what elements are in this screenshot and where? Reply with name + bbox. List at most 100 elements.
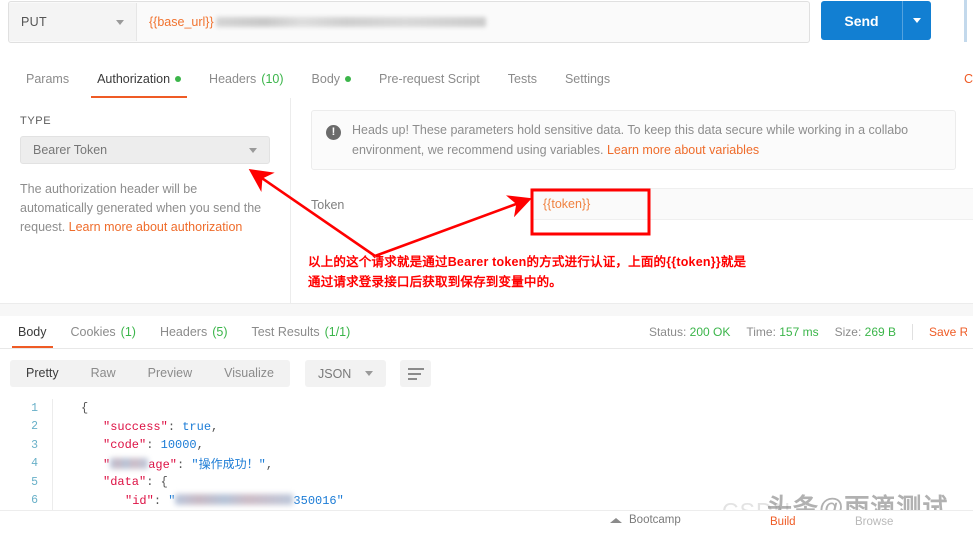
view-mode-preview[interactable]: Preview: [132, 360, 208, 387]
bootcamp-button[interactable]: Bootcamp: [610, 514, 681, 526]
tab-count: (10): [261, 72, 283, 86]
sensitive-data-notice: ! Heads up! These parameters hold sensit…: [311, 110, 956, 170]
window-scrollbar[interactable]: [964, 0, 973, 55]
fold-gutter: [52, 399, 67, 418]
status-label: Status:: [649, 325, 686, 339]
status-bar: Bootcamp Build Browse: [0, 510, 973, 533]
fold-gutter: [52, 455, 67, 474]
meta-divider: [912, 324, 913, 340]
time-label: Time:: [746, 325, 776, 339]
postman-window: PUT {{base_url}} Send Params Authorizatio…: [0, 0, 973, 533]
tab-label: Headers: [209, 72, 256, 86]
tab-label: Authorization: [97, 72, 170, 86]
time-value: 157 ms: [779, 325, 818, 339]
code-token: {: [81, 401, 88, 415]
fold-gutter: [52, 418, 67, 437]
code-token: :: [154, 494, 168, 508]
tab-label: Test Results: [251, 325, 319, 339]
code-text: "id": " 350016": [67, 494, 344, 508]
code-token: true: [182, 420, 211, 434]
save-response-button[interactable]: Save R: [929, 325, 967, 339]
code-text: "data": {: [67, 475, 168, 489]
fold-gutter: [52, 492, 67, 511]
graduation-cap-icon: [610, 516, 623, 525]
code-token: ,: [266, 458, 273, 472]
code-text: "age": "操作成功！",: [67, 455, 273, 472]
view-mode-raw[interactable]: Raw: [75, 360, 132, 387]
line-number: 6: [0, 494, 52, 507]
response-tab-body[interactable]: Body: [6, 316, 59, 348]
http-method-label: PUT: [21, 15, 47, 29]
warning-icon: !: [326, 125, 341, 140]
notice-learn-more-link[interactable]: Learn more about variables: [607, 143, 759, 157]
tab-label: Body: [312, 72, 341, 86]
token-input[interactable]: [531, 188, 973, 220]
redacted-value: [110, 458, 148, 469]
code-token: "id": [125, 494, 154, 508]
request-tab-bar: Params Authorization Headers (10) Body Pre-re…: [0, 60, 973, 99]
code-token: ,: [197, 438, 204, 452]
response-format-select[interactable]: JSON: [305, 360, 386, 387]
browse-label[interactable]: Browse: [855, 516, 893, 528]
unsaved-dot-icon: [345, 76, 351, 82]
code-token: ": [168, 494, 175, 508]
url-variable: {{base_url}}: [149, 15, 214, 29]
code-token: 10000: [161, 438, 197, 452]
pane-divider[interactable]: [0, 303, 973, 317]
annotation-line-2: 通过请求登录接口后获取到保存到变量中的。: [308, 272, 868, 292]
code-token: :: [168, 420, 182, 434]
request-tab-body[interactable]: Body: [298, 60, 366, 98]
view-mode-group: PrettyRawPreviewVisualize: [10, 360, 290, 387]
view-mode-visualize[interactable]: Visualize: [208, 360, 290, 387]
line-number: 1: [0, 402, 52, 415]
code-token: 350016": [293, 494, 343, 508]
wrap-lines-icon[interactable]: [400, 360, 431, 387]
response-tab-headers[interactable]: Headers(5): [148, 316, 240, 348]
auth-type-heading: TYPE: [20, 115, 51, 127]
request-tab-settings[interactable]: Settings: [551, 60, 624, 98]
size-value: 269 B: [865, 325, 896, 339]
http-method-selector[interactable]: PUT: [9, 3, 137, 41]
auth-description: The authorization header will be automat…: [20, 180, 270, 237]
response-viewer-toolbar: PrettyRawPreviewVisualize JSON: [0, 349, 973, 399]
send-button[interactable]: Send: [821, 1, 931, 40]
tab-count: (1): [121, 325, 136, 339]
code-token: "操作成功！": [191, 458, 265, 472]
build-label[interactable]: Build: [770, 516, 796, 528]
response-tab-test-results[interactable]: Test Results (1/1): [239, 316, 362, 348]
annotation-note: 以上的这个请求就是通过Bearer token的方式进行认证，上面的{{toke…: [308, 252, 868, 292]
request-tab-params[interactable]: Params: [12, 60, 83, 98]
response-meta: Status: 200 OK Time: 157 ms Size: 269 B …: [649, 316, 973, 348]
redacted-value: [175, 494, 293, 505]
tab-label: Tests: [508, 72, 537, 86]
fold-gutter: [52, 436, 67, 455]
code-token: ": [103, 458, 110, 472]
auth-type-select[interactable]: Bearer Token: [20, 136, 270, 164]
line-number: 2: [0, 420, 52, 433]
send-options-button[interactable]: [903, 18, 931, 23]
url-input[interactable]: {{base_url}}: [137, 3, 809, 41]
token-input-value: {{token}}: [543, 197, 590, 211]
request-tab-authorization[interactable]: Authorization: [83, 60, 195, 98]
tab-label: Params: [26, 72, 69, 86]
chevron-down-icon: [116, 20, 124, 25]
tab-count: (1/1): [325, 325, 351, 339]
code-token: :: [146, 438, 160, 452]
response-tab-cookies[interactable]: Cookies(1): [59, 316, 148, 348]
chevron-down-icon: [365, 371, 373, 376]
tab-label: Settings: [565, 72, 610, 86]
url-input-wrapper: PUT {{base_url}}: [8, 1, 810, 43]
status-value: 200 OK: [690, 325, 731, 339]
status-metric: Status: 200 OK: [649, 325, 730, 339]
request-tab-tests[interactable]: Tests: [494, 60, 551, 98]
auth-type-panel: TYPE Bearer Token The authorization head…: [0, 98, 291, 303]
auth-learn-more-link[interactable]: Learn more about authorization: [69, 220, 243, 234]
view-mode-pretty[interactable]: Pretty: [10, 360, 75, 387]
auth-type-value: Bearer Token: [33, 143, 107, 157]
request-tab-pre-request-script[interactable]: Pre-request Script: [365, 60, 494, 98]
token-field-label: Token: [311, 198, 344, 212]
response-tab-bar: BodyCookies(1)Headers(5) Test Results (1/1…: [0, 316, 973, 349]
request-tab-headers[interactable]: Headers (10): [195, 60, 297, 98]
cookies-link[interactable]: C: [964, 60, 973, 98]
code-token: "success": [103, 420, 168, 434]
